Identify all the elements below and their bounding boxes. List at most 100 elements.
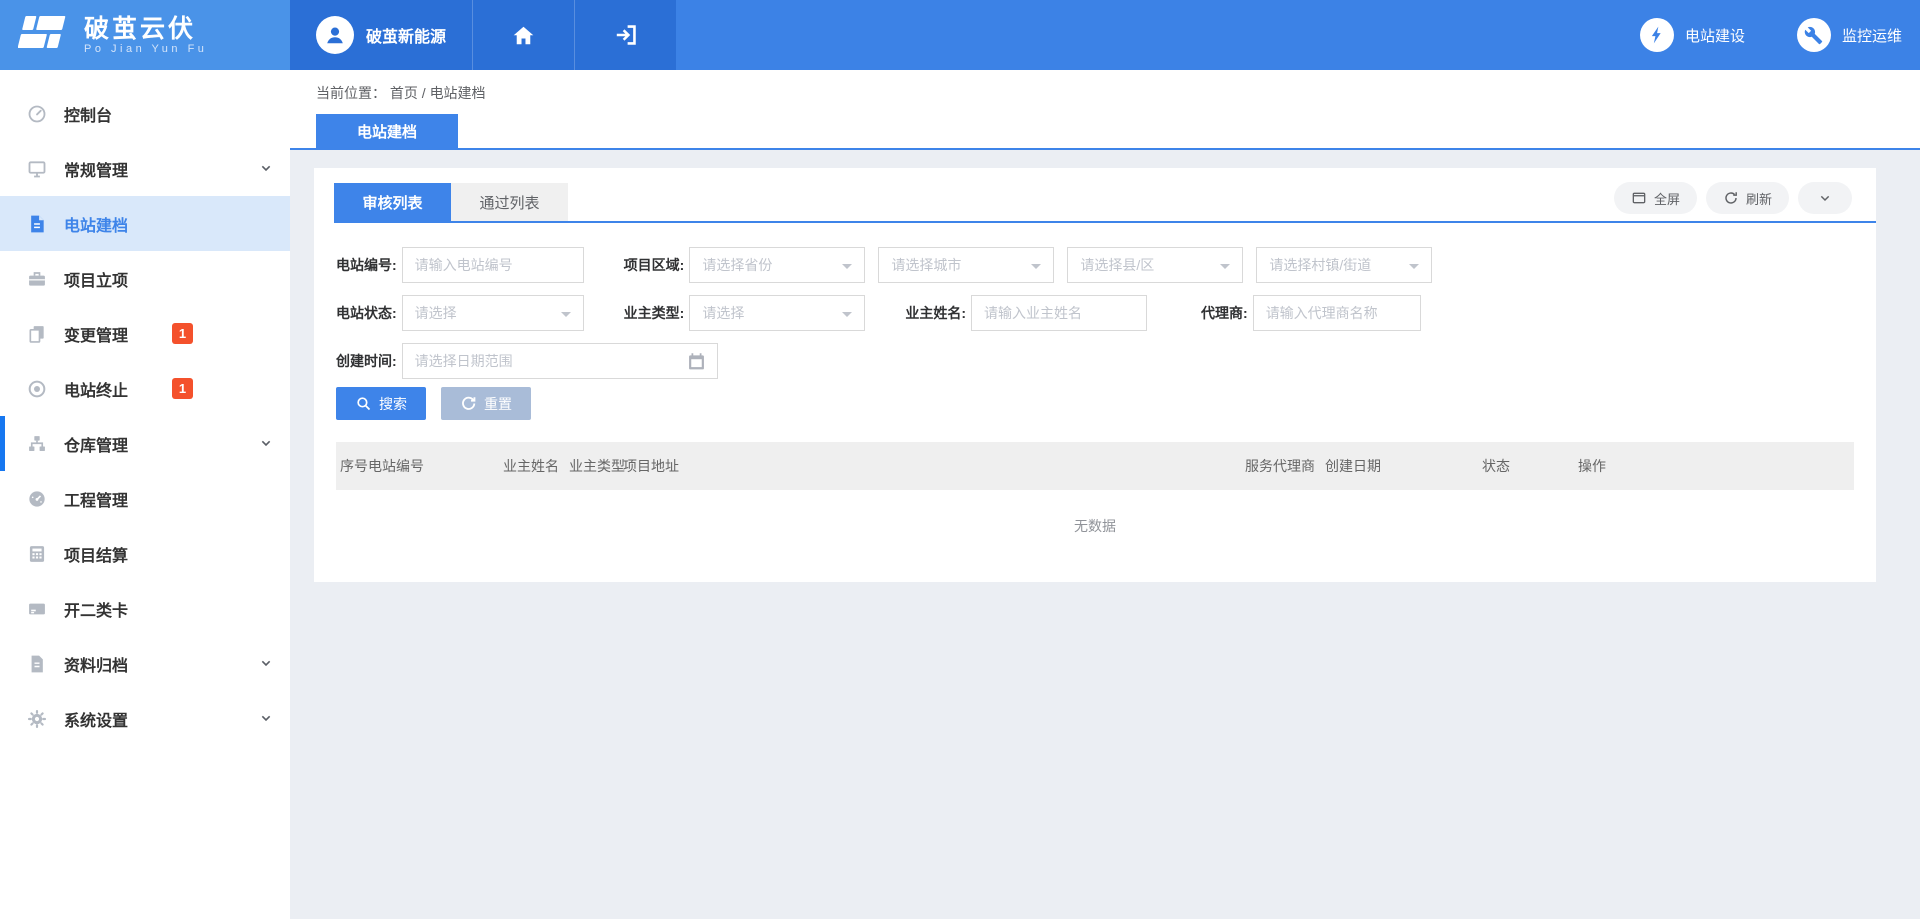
station-no-input-wrap	[402, 247, 584, 283]
col-station-no: 电站编号	[368, 456, 503, 476]
field-label: 代理商:	[1201, 303, 1248, 323]
table-header-row: 序号 电站编号 业主姓名 业主类型 项目地址 服务代理商 创建日期 状态 操作	[336, 442, 1854, 490]
chevron-down-icon	[258, 710, 274, 726]
wrench-icon	[1797, 18, 1831, 52]
home-button[interactable]	[472, 0, 574, 70]
user-menu[interactable]: 破茧新能源	[290, 0, 472, 70]
sidebar-item-station-terminate[interactable]: 电站终止 1	[0, 361, 290, 416]
sidebar-item-general-mgmt[interactable]: 常规管理	[0, 141, 290, 196]
breadcrumb-prefix: 当前位置：	[316, 85, 386, 101]
results-table: 序号 电站编号 业主姓名 业主类型 项目地址 服务代理商 创建日期 状态 操作 …	[336, 442, 1854, 542]
chevron-down-icon	[258, 435, 274, 451]
filter-owner-type: 业主类型: 请选择	[624, 295, 866, 331]
briefcase-icon	[27, 269, 47, 289]
tab-passed-list[interactable]: 通过列表	[451, 183, 568, 221]
village-select[interactable]: 请选择村镇/街道	[1256, 247, 1432, 283]
sidebar-item-label: 工程管理	[64, 487, 128, 511]
content: 审核列表 通过列表 全屏 刷新	[290, 150, 1920, 919]
tab-review-list[interactable]: 审核列表	[334, 183, 451, 221]
sidebar-item-label: 系统设置	[64, 707, 128, 731]
col-actions: 操作	[1578, 456, 1854, 476]
brand-logo: 破茧云伏 Po Jian Yun Fu	[0, 0, 290, 70]
sidebar-item-project-initiation[interactable]: 项目立项	[0, 251, 290, 306]
chevron-down-icon	[1817, 190, 1833, 206]
module-monitor-ops[interactable]: 监控运维	[1797, 18, 1902, 52]
filter-actions: 搜索 重置	[314, 379, 1876, 420]
agent-input[interactable]	[1266, 305, 1408, 321]
date-range-picker[interactable]	[402, 343, 718, 379]
brand-logo-icon	[18, 14, 70, 57]
col-status: 状态	[1482, 456, 1578, 476]
panel-tabs: 审核列表 通过列表	[334, 183, 568, 221]
copy-icon	[27, 324, 47, 344]
sidebar-item-station-archive[interactable]: 电站建档	[0, 196, 290, 251]
gauge-icon	[27, 489, 47, 509]
filter-region: 项目区域: 请选择省份 请选择城市 请选择县/区 请选择村镇/	[624, 247, 1433, 283]
chevron-down-icon	[258, 655, 274, 671]
refresh-icon	[1723, 190, 1739, 206]
bank-card-icon	[27, 599, 47, 619]
module-station-build[interactable]: 电站建设	[1640, 18, 1745, 52]
owner-name-input[interactable]	[984, 305, 1134, 321]
fullscreen-button[interactable]: 全屏	[1614, 182, 1697, 214]
exit-icon	[613, 22, 639, 48]
city-select[interactable]: 请选择城市	[878, 247, 1054, 283]
field-label: 项目区域:	[624, 255, 685, 275]
breadcrumb-home-link[interactable]: 首页	[390, 85, 418, 101]
col-seq: 序号	[340, 456, 368, 476]
sidebar-item-console[interactable]: 控制台	[0, 86, 290, 141]
breadcrumb-current: 电站建档	[430, 85, 486, 101]
filter-station-no: 电站编号:	[336, 247, 584, 283]
filter-row-1: 电站编号: 项目区域: 请选择省份 请选择城市	[336, 247, 1876, 283]
filter-form: 电站编号: 项目区域: 请选择省份 请选择城市	[314, 223, 1876, 379]
search-button[interactable]: 搜索	[336, 387, 426, 420]
sidebar-item-open-card[interactable]: 开二类卡	[0, 581, 290, 636]
dashboard-icon	[27, 104, 47, 124]
sitemap-icon	[27, 434, 47, 454]
sidebar-item-warehouse-mgmt[interactable]: 仓库管理	[0, 416, 290, 471]
avatar	[316, 16, 354, 54]
sidebar-item-system-settings[interactable]: 系统设置	[0, 691, 290, 746]
sidebar-item-change-mgmt[interactable]: 变更管理 1	[0, 306, 290, 361]
logout-button[interactable]	[574, 0, 676, 70]
header-dark-group: 破茧新能源	[290, 0, 676, 70]
panel-toolbar: 全屏 刷新	[1614, 182, 1852, 221]
date-range-input[interactable]	[415, 353, 681, 369]
province-select[interactable]: 请选择省份	[689, 247, 865, 283]
agent-input-wrap	[1253, 295, 1421, 331]
brand-name-cn: 破茧云伏	[84, 15, 207, 43]
archive-doc-icon	[27, 654, 47, 674]
brand-name-en: Po Jian Yun Fu	[84, 43, 207, 55]
sidebar-item-label: 项目结算	[64, 542, 128, 566]
sidebar-item-project-settlement[interactable]: 项目结算	[0, 526, 290, 581]
header-right: 电站建设 监控运维	[676, 0, 1920, 70]
collapse-button[interactable]	[1798, 182, 1852, 214]
sidebar-item-label: 开二类卡	[64, 597, 128, 621]
gear-icon	[27, 709, 47, 729]
field-label: 业主类型:	[624, 303, 685, 323]
col-create-date: 创建日期	[1325, 456, 1482, 476]
breadcrumb-separator: /	[422, 85, 426, 101]
reset-button[interactable]: 重置	[441, 387, 531, 420]
col-project-address: 项目地址	[623, 456, 1245, 476]
sidebar: 控制台 常规管理 电站建档 项目立项	[0, 70, 290, 919]
station-no-input[interactable]	[415, 257, 571, 273]
user-icon	[323, 23, 347, 47]
owner-name-input-wrap	[971, 295, 1147, 331]
search-icon	[355, 395, 372, 412]
owner-type-select[interactable]: 请选择	[689, 295, 865, 331]
sidebar-item-label: 变更管理	[64, 322, 128, 346]
sidebar-item-label: 资料归档	[64, 652, 128, 676]
sidebar-item-engineering-mgmt[interactable]: 工程管理	[0, 471, 290, 526]
fullscreen-icon	[1631, 190, 1647, 206]
filter-row-3: 创建时间:	[336, 343, 1876, 379]
sidebar-item-label: 电站建档	[64, 212, 128, 236]
target-icon	[27, 379, 47, 399]
sidebar-item-data-archive[interactable]: 资料归档	[0, 636, 290, 691]
topbar: 当前位置： 首页 / 电站建档 电站建档	[290, 70, 1920, 150]
page-tab-station-archive[interactable]: 电站建档	[316, 114, 458, 148]
station-status-select[interactable]: 请选择	[402, 295, 584, 331]
notification-badge: 1	[172, 323, 193, 344]
refresh-button[interactable]: 刷新	[1706, 182, 1789, 214]
county-select[interactable]: 请选择县/区	[1067, 247, 1243, 283]
